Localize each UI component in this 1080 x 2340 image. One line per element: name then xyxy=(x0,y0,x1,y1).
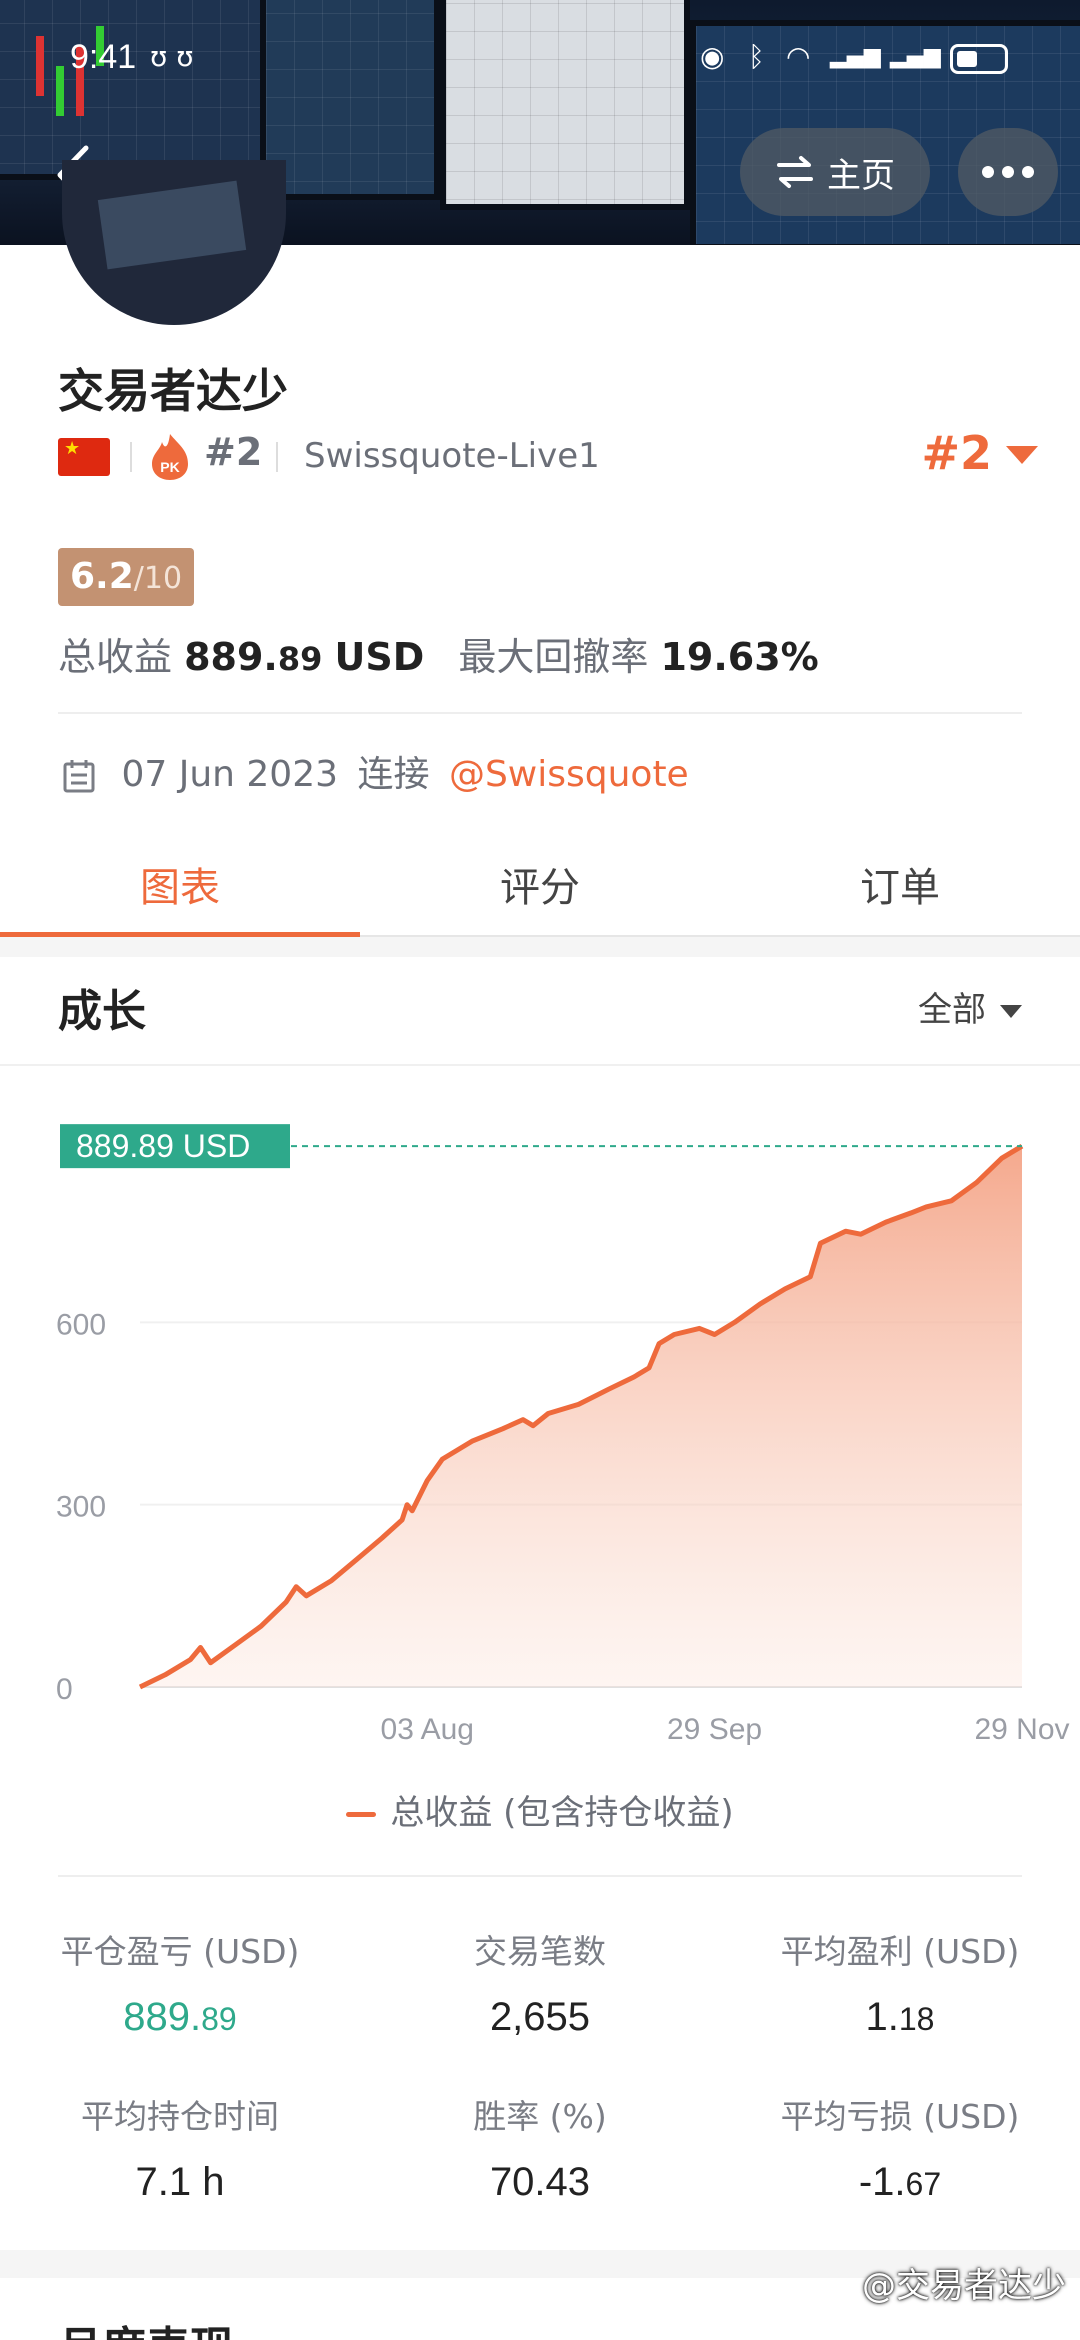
caret-down-icon xyxy=(1000,1005,1022,1018)
connect-date: 07 Jun 2023 xyxy=(121,754,339,795)
connect-label: 连接 xyxy=(357,754,430,795)
broker-link[interactable]: @Swissquote xyxy=(449,754,689,795)
tab-orders[interactable]: 订单 xyxy=(720,855,1080,913)
total-profit-int: 889. xyxy=(184,635,278,679)
stat-closed-pnl: 平仓盈亏 (USD) 889.89 xyxy=(0,1925,360,2040)
battery-icon xyxy=(950,44,1008,74)
tab-chart[interactable]: 图表 xyxy=(0,855,360,913)
stat-value: 2,655 xyxy=(360,1995,720,2040)
y-tick-label: 600 xyxy=(56,1308,106,1341)
calendar-icon xyxy=(63,760,95,793)
rank-dropdown[interactable]: #2 xyxy=(918,426,1038,484)
profit-summary: 总收益 889.89 USD 最大回撤率 19.63% xyxy=(58,626,819,681)
divider xyxy=(130,442,132,472)
section-title: 成长 xyxy=(58,986,146,1037)
stat-label: 交易笔数 xyxy=(474,1932,606,1971)
stat-value: 1.18 xyxy=(720,1995,1080,2040)
status-bar: 9:41 ʊ ʊ ◉ ᛒ ◠ ▂▄▆ ▂▄▆ xyxy=(0,30,1080,90)
watermark: @交易者达少 xyxy=(862,2266,1066,2306)
connect-info: 07 Jun 2023 连接 @Swissquote xyxy=(62,745,689,795)
stat-value-int: 70.43 xyxy=(489,2160,591,2204)
x-tick-label: 03 Aug xyxy=(381,1713,474,1746)
x-tick-label: 29 Sep xyxy=(667,1713,762,1746)
stat-value: 7.1 h xyxy=(0,2160,360,2205)
pk-rank: #2 xyxy=(204,430,263,474)
avatar xyxy=(62,160,286,325)
section-gap xyxy=(0,937,1080,957)
profile-meta-row: PK #2 Swissquote-Live1 #2 xyxy=(58,426,1038,484)
stat-win-rate: 胜率 (%) 70.43 xyxy=(360,2090,720,2205)
trader-name: 交易者达少 xyxy=(58,364,288,418)
current-value-label: 889.89 USD xyxy=(76,1128,250,1164)
total-profit-label: 总收益 xyxy=(58,635,173,679)
score-badge: 6.2 /10 xyxy=(58,548,195,606)
stats-grid: 平仓盈亏 (USD) 889.89 交易笔数 2,655 平均盈利 (USD) … xyxy=(0,1880,1080,2220)
monthly-section-title: 月度表现 xyxy=(58,2312,234,2340)
tab-bar: 图表 评分 订单 xyxy=(0,835,1080,938)
stat-avg-hold-time: 平均持仓时间 7.1 h xyxy=(0,2090,360,2205)
china-flag-icon xyxy=(58,438,110,476)
x-tick-label: 29 Nov xyxy=(974,1713,1069,1746)
rank-value: #2 xyxy=(921,426,992,480)
y-tick-label: 300 xyxy=(56,1491,106,1524)
eye-icon: ◉ xyxy=(700,40,725,73)
app-notification-icon: ʊ ʊ xyxy=(150,40,194,73)
total-profit-unit: USD xyxy=(334,635,425,679)
stat-label: 平均亏损 (USD) xyxy=(780,2097,1020,2136)
stat-value-int: -1. xyxy=(858,2160,906,2204)
home-button[interactable]: 主页 xyxy=(740,128,930,216)
stat-trade-count: 交易笔数 2,655 xyxy=(360,1925,720,2040)
monitor-image xyxy=(0,0,290,180)
svg-text:PK: PK xyxy=(160,459,179,475)
wifi-icon: ◠ xyxy=(786,40,811,73)
legend-label: 总收益 (包含持仓收益) xyxy=(390,1793,734,1833)
server-name: Swissquote-Live1 xyxy=(304,436,600,476)
legend-swatch xyxy=(346,1812,377,1817)
stat-value: -1.67 xyxy=(720,2160,1080,2205)
chart-legend: 总收益 (包含持仓收益) xyxy=(0,1785,1080,1834)
growth-area xyxy=(140,1146,1022,1687)
stat-value-int: 2,655 xyxy=(489,1995,591,2039)
stat-avg-profit: 平均盈利 (USD) 1.18 xyxy=(720,1925,1080,2040)
growth-chart[interactable]: 889.89 USD 0 300 600 03 Aug 29 Sep 29 Nov xyxy=(0,1080,1080,1840)
bluetooth-icon: ᛒ xyxy=(748,40,765,73)
max-drawdown-value: 19.63% xyxy=(660,635,819,679)
stat-label: 平均盈利 (USD) xyxy=(780,1932,1020,1971)
stat-value: 70.43 xyxy=(360,2160,720,2205)
tab-rating[interactable]: 评分 xyxy=(360,855,720,913)
y-tick-label: 0 xyxy=(56,1673,73,1706)
divider xyxy=(0,1064,1080,1066)
signal-5g-icon: ▂▄▆ xyxy=(890,44,941,69)
swap-icon xyxy=(777,156,813,188)
stat-value-int: 889. xyxy=(123,1995,202,2039)
divider xyxy=(58,712,1022,714)
score-denominator: /10 xyxy=(133,561,183,596)
pk-flame-icon[interactable]: PK xyxy=(148,432,192,482)
more-button[interactable] xyxy=(958,128,1058,216)
score-value: 6.2 xyxy=(70,556,134,597)
divider xyxy=(276,442,278,472)
stat-value: 889.89 xyxy=(0,1995,360,2040)
stat-label: 胜率 (%) xyxy=(473,2097,607,2136)
range-filter-dropdown[interactable]: 全部 xyxy=(918,982,1022,1031)
stat-label: 平均持仓时间 xyxy=(81,2097,279,2136)
range-filter-label: 全部 xyxy=(918,990,986,1030)
max-drawdown-label: 最大回撤率 xyxy=(458,635,649,679)
stat-value-int: 1. xyxy=(865,1995,899,2039)
stat-value-dec: 89 xyxy=(201,2001,237,2037)
stat-value-int: 7.1 h xyxy=(135,2160,225,2204)
status-time: 9:41 xyxy=(70,38,137,76)
stat-label: 平仓盈亏 (USD) xyxy=(60,1932,300,1971)
divider xyxy=(58,1875,1022,1877)
signal-icon: ▂▄▆ xyxy=(830,44,881,69)
stat-value-dec: 67 xyxy=(905,2166,942,2202)
home-label: 主页 xyxy=(827,155,895,196)
caret-down-icon xyxy=(1006,446,1038,464)
stat-value-dec: 18 xyxy=(898,2001,935,2037)
total-profit-dec: 89 xyxy=(277,640,323,678)
stat-avg-loss: 平均亏损 (USD) -1.67 xyxy=(720,2090,1080,2205)
